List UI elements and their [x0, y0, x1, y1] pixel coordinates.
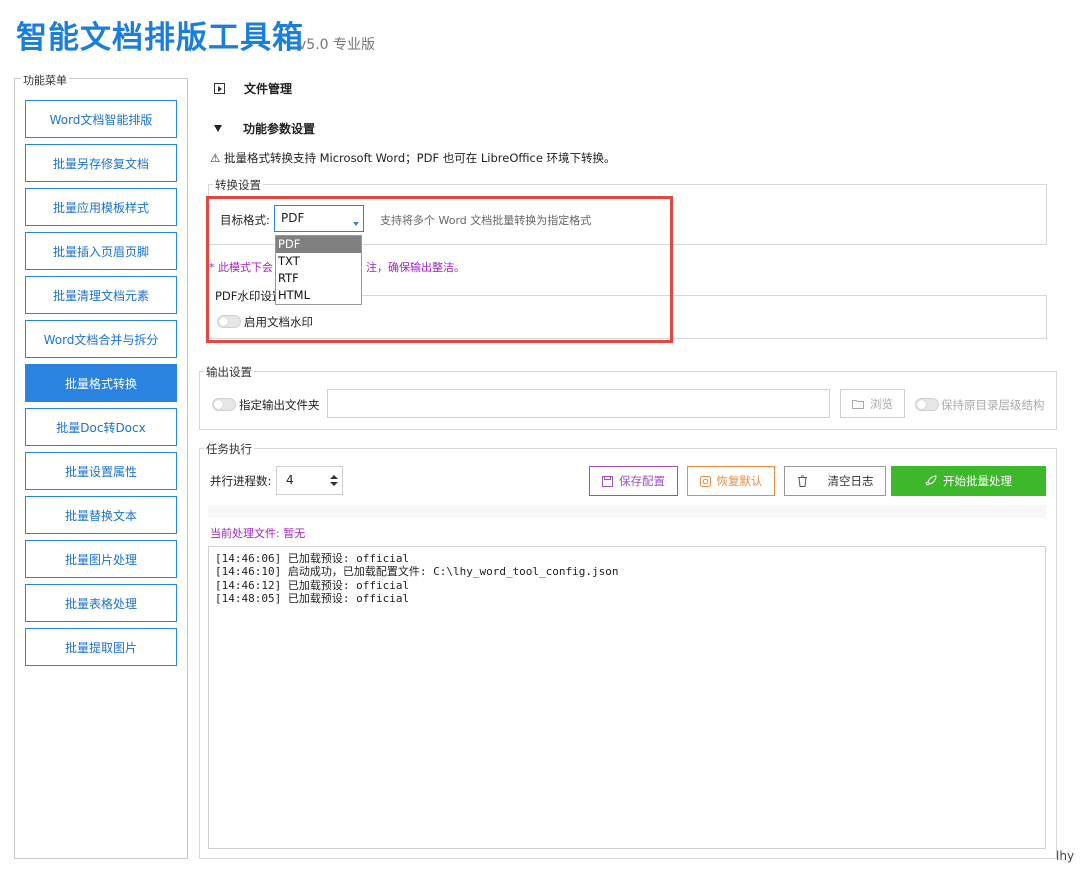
- format-option-txt[interactable]: TXT: [276, 253, 361, 270]
- warning-text: ⚠ 批量格式转换支持 Microsoft Word；PDF 也可在 LibreO…: [210, 151, 616, 165]
- parallel-label: 并行进程数:: [210, 474, 272, 488]
- clear-log-label: 清空日志: [827, 474, 874, 488]
- folder-icon: [852, 399, 864, 409]
- save-config-label: 保存配置: [619, 474, 665, 488]
- expand-icon: [214, 83, 225, 94]
- sidebar-item-replace-text[interactable]: 批量替换文本: [25, 496, 177, 534]
- current-file-text: 当前处理文件: 暂无: [210, 527, 306, 540]
- section-params-label: 功能参数设置: [243, 122, 316, 136]
- spin-down-icon[interactable]: [330, 482, 338, 486]
- target-format-select[interactable]: PDF: [274, 205, 364, 232]
- format-option-rtf[interactable]: RTF: [276, 270, 361, 287]
- progress-track: [208, 505, 1046, 518]
- restore-icon: [699, 475, 711, 487]
- watermark-toggle-label: 启用文档水印: [244, 315, 313, 329]
- save-icon: [602, 475, 613, 487]
- sidebar-item-image-process[interactable]: 批量图片处理: [25, 540, 177, 578]
- sidebar-item-set-properties[interactable]: 批量设置属性: [25, 452, 177, 490]
- sidebar-item-apply-template[interactable]: 批量应用模板样式: [25, 188, 177, 226]
- browse-label: 浏览: [870, 396, 893, 411]
- sidebar-item-extract-images[interactable]: 批量提取图片: [25, 628, 177, 666]
- watermark-group-top-line: [362, 295, 1047, 296]
- output-folder-toggle[interactable]: [212, 398, 236, 411]
- sidebar-menu: 功能菜单 Word文档智能排版 批量另存修复文档 批量应用模板样式 批量插入页眉…: [14, 72, 188, 859]
- log-line: [14:46:10] 启动成功，已加载配置文件: C:\lhy_word_too…: [215, 565, 619, 579]
- sidebar-item-table-process[interactable]: 批量表格处理: [25, 584, 177, 622]
- convert-note-left: * 此模式下会: [209, 261, 273, 274]
- target-format-value: PDF: [281, 211, 305, 225]
- footer-tag: lhy: [1056, 849, 1075, 863]
- sidebar-item-batch-save-repair[interactable]: 批量另存修复文档: [25, 144, 177, 182]
- start-batch-button[interactable]: 开始批量处理: [891, 466, 1046, 496]
- app-version: v5.0 专业版: [298, 37, 375, 53]
- sidebar-item-clean-elements[interactable]: 批量清理文档元素: [25, 276, 177, 314]
- sidebar-item-header-footer[interactable]: 批量插入页眉页脚: [25, 232, 177, 270]
- start-batch-label: 开始批量处理: [943, 474, 1012, 488]
- watermark-legend: PDF水印设置: [215, 289, 284, 303]
- restore-default-button[interactable]: 恢复默认: [687, 466, 775, 496]
- collapse-icon: [214, 125, 222, 132]
- log-line: [14:46:12] 已加载预设: official: [215, 578, 410, 592]
- section-params[interactable]: 功能参数设置: [214, 120, 315, 137]
- sidebar-item-format-convert[interactable]: 批量格式转换: [25, 364, 177, 402]
- parallel-spinbox[interactable]: 4: [276, 466, 343, 495]
- chevron-down-icon: [353, 222, 359, 226]
- section-file-manage[interactable]: 文件管理: [214, 80, 292, 97]
- convert-settings-legend: 转换设置: [213, 177, 263, 193]
- output-folder-toggle-label: 指定输出文件夹: [239, 398, 320, 412]
- sidebar-item-merge-split[interactable]: Word文档合并与拆分: [25, 320, 177, 358]
- browse-button[interactable]: 浏览: [840, 389, 905, 418]
- restore-default-label: 恢复默认: [716, 474, 763, 488]
- sidebar-legend: 功能菜单: [21, 72, 69, 88]
- output-folder-input[interactable]: [327, 389, 830, 418]
- rocket-icon: [925, 475, 937, 486]
- keep-structure-toggle[interactable]: [915, 398, 939, 411]
- convert-note-right: 注，确保输出整洁。: [366, 261, 465, 274]
- app-title: 智能文档排版工具箱: [16, 20, 304, 56]
- target-format-label: 目标格式:: [220, 213, 270, 227]
- sidebar-item-word-smart-format[interactable]: Word文档智能排版: [25, 100, 177, 138]
- convert-hint: 支持将多个 Word 文档批量转换为指定格式: [380, 214, 592, 227]
- trash-icon: [797, 475, 807, 487]
- format-dropdown-list: PDF TXT RTF HTML: [275, 235, 362, 305]
- keep-structure-label: 保持原目录层级结构: [941, 398, 1045, 412]
- log-panel[interactable]: [14:46:06] 已加载预设: official [14:46:10] 启动…: [208, 546, 1046, 849]
- spin-up-icon[interactable]: [330, 475, 338, 479]
- sidebar-item-doc-to-docx[interactable]: 批量Doc转Docx: [25, 408, 177, 446]
- output-settings-legend: 输出设置: [204, 364, 254, 380]
- watermark-toggle[interactable]: [217, 315, 241, 328]
- format-option-html[interactable]: HTML: [276, 287, 361, 304]
- save-config-button[interactable]: 保存配置: [589, 466, 678, 496]
- log-line: [14:48:05] 已加载预设: official: [215, 591, 410, 605]
- log-line: [14:46:06] 已加载预设: official: [215, 552, 410, 565]
- parallel-value: 4: [286, 473, 294, 487]
- task-legend: 任务执行: [204, 441, 254, 457]
- format-option-pdf[interactable]: PDF: [276, 236, 361, 253]
- clear-log-button[interactable]: 清空日志: [784, 466, 886, 496]
- section-file-manage-label: 文件管理: [244, 82, 293, 96]
